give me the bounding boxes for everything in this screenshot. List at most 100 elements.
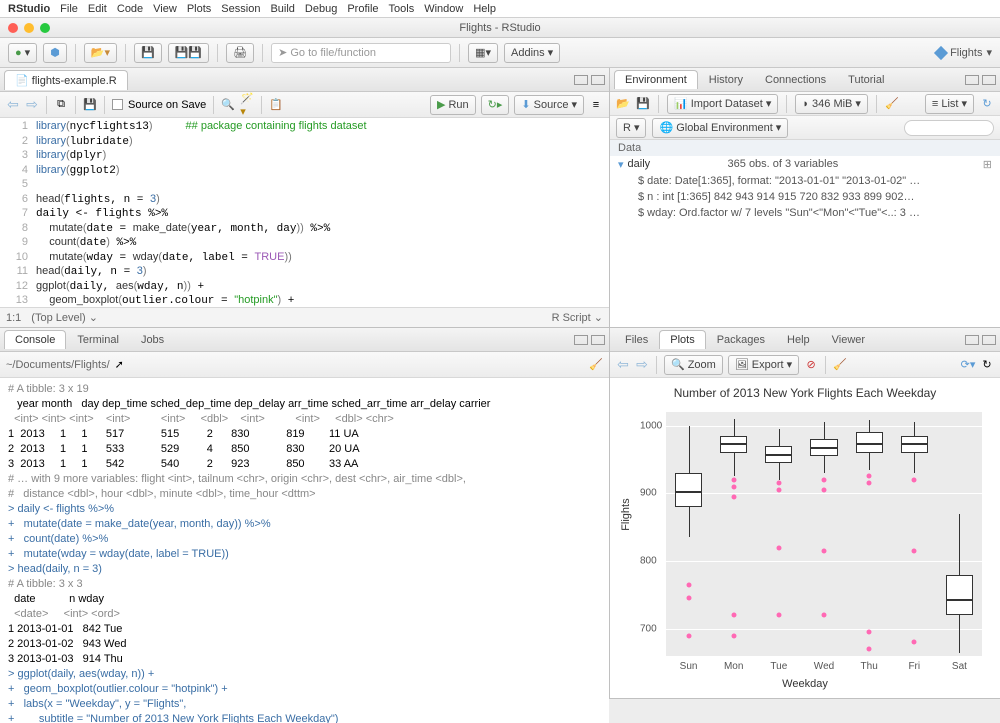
project-icon <box>934 45 948 59</box>
menu-edit[interactable]: Edit <box>88 3 107 15</box>
tab-environment[interactable]: Environment <box>614 70 698 89</box>
compile-report-icon[interactable]: 📋 <box>269 98 283 112</box>
refresh-env-icon[interactable]: ↻ <box>980 97 994 111</box>
outlier-point <box>776 613 781 618</box>
menu-window[interactable]: Window <box>424 3 463 15</box>
outline-icon[interactable]: ≡ <box>589 98 603 112</box>
save-all-button[interactable]: 💾💾 <box>168 43 209 63</box>
tab-tutorial[interactable]: Tutorial <box>837 70 895 89</box>
tab-terminal[interactable]: Terminal <box>66 330 130 349</box>
find-replace-icon[interactable]: 🔍 <box>221 98 235 112</box>
tab-console[interactable]: Console <box>4 330 66 349</box>
minimize-pane-icon[interactable] <box>965 75 979 85</box>
outlier-point <box>867 647 872 652</box>
scope-indicator[interactable]: (Top Level) ⌄ <box>31 311 98 324</box>
minimize-pane-icon[interactable] <box>574 75 588 85</box>
boxplot-box <box>675 473 702 507</box>
console-output[interactable]: # A tibble: 3 x 19 year month day dep_ti… <box>0 378 609 723</box>
outlier-point <box>776 487 781 492</box>
project-menu[interactable]: Flights ▾ <box>936 46 992 59</box>
prev-plot-button[interactable]: ⇦ <box>616 358 630 372</box>
minimize-window-button[interactable] <box>24 23 34 33</box>
workspace-panes-button[interactable]: ▦▾ <box>468 43 498 63</box>
env-section-data: Data <box>610 140 1000 156</box>
load-workspace-icon[interactable]: 📂 <box>616 97 630 111</box>
memory-usage[interactable]: ◗ 346 MiB ▾ <box>795 94 868 114</box>
outlier-point <box>822 487 827 492</box>
menu-session[interactable]: Session <box>221 3 260 15</box>
menu-build[interactable]: Build <box>270 3 294 15</box>
env-object-row[interactable]: ▾daily365 obs. of 3 variables⊞ <box>610 156 1000 173</box>
clear-console-icon[interactable]: 🧹 <box>589 358 603 372</box>
environment-scope[interactable]: 🌐 Global Environment ▾ <box>652 118 788 138</box>
menu-plots[interactable]: Plots <box>187 3 211 15</box>
window-titlebar: Flights - RStudio <box>0 18 1000 38</box>
new-project-button[interactable]: ⬢ <box>43 43 67 63</box>
tab-plots[interactable]: Plots <box>659 330 705 349</box>
zoom-window-button[interactable] <box>40 23 50 33</box>
source-button[interactable]: ⬇Source ▾ <box>514 95 584 115</box>
x-tick: Thu <box>861 661 878 672</box>
outlier-point <box>686 633 691 638</box>
source-on-save-checkbox[interactable] <box>112 99 123 110</box>
refresh-plot-icon[interactable]: ↻ <box>980 358 994 372</box>
tab-jobs[interactable]: Jobs <box>130 330 175 349</box>
menu-view[interactable]: View <box>153 3 177 15</box>
maximize-pane-icon[interactable] <box>591 335 605 345</box>
source-on-save-label: Source on Save <box>128 99 206 111</box>
tab-packages[interactable]: Packages <box>706 330 776 349</box>
close-window-button[interactable] <box>8 23 18 33</box>
clear-workspace-icon[interactable]: 🧹 <box>885 97 899 111</box>
open-file-button[interactable]: 📂▾ <box>84 43 117 63</box>
show-in-new-window-icon[interactable]: ⧉ <box>54 98 68 112</box>
tab-viewer[interactable]: Viewer <box>821 330 876 349</box>
menu-debug[interactable]: Debug <box>305 3 337 15</box>
list-view-button[interactable]: ≡ List ▾ <box>925 94 974 114</box>
back-button[interactable]: ⇦ <box>6 98 20 112</box>
clear-plots-icon[interactable]: 🧹 <box>833 358 847 372</box>
maximize-pane-icon[interactable] <box>591 75 605 85</box>
publish-plot-icon[interactable]: ⟳▾ <box>961 358 975 372</box>
code-editor[interactable]: 1library(nycflights13) ## package contai… <box>0 118 609 307</box>
goto-file-input[interactable]: ➤ Go to file/function <box>271 43 451 63</box>
tab-connections[interactable]: Connections <box>754 70 837 89</box>
file-type-indicator[interactable]: R Script ⌄ <box>552 311 603 324</box>
save-workspace-icon[interactable]: 💾 <box>636 97 650 111</box>
print-button[interactable]: 🖨 <box>226 43 254 63</box>
new-file-button[interactable]: ●▾ <box>8 43 37 63</box>
rerun-button[interactable]: ↻▸ <box>481 95 510 115</box>
tab-help[interactable]: Help <box>776 330 821 349</box>
plots-toolbar: ⇦ ⇨ 🔍 Zoom 🖼 Export ▾ ⊘ 🧹 ⟳▾ ↻ <box>610 352 1000 378</box>
remove-plot-icon[interactable]: ⊘ <box>804 358 818 372</box>
minimize-pane-icon[interactable] <box>965 335 979 345</box>
code-tools-icon[interactable]: 🪄▾ <box>240 98 254 112</box>
maximize-pane-icon[interactable] <box>982 335 996 345</box>
import-dataset-button[interactable]: 📊 Import Dataset ▾ <box>667 94 778 114</box>
maximize-pane-icon[interactable] <box>982 75 996 85</box>
tab-history[interactable]: History <box>698 70 754 89</box>
export-plot-button[interactable]: 🖼 Export ▾ <box>728 355 799 375</box>
outlier-point <box>822 548 827 553</box>
x-tick: Mon <box>724 661 743 672</box>
save-button[interactable]: 💾 <box>134 43 162 63</box>
minimize-pane-icon[interactable] <box>574 335 588 345</box>
next-plot-button[interactable]: ⇨ <box>635 358 649 372</box>
source-file-tab[interactable]: 📄 flights-example.R <box>4 70 128 90</box>
menu-file[interactable]: File <box>60 3 78 15</box>
forward-button[interactable]: ⇨ <box>25 98 39 112</box>
menu-profile[interactable]: Profile <box>347 3 378 15</box>
console-popout-icon[interactable]: ➚ <box>115 358 124 371</box>
save-file-button[interactable]: 💾 <box>83 98 97 112</box>
search-environment-input[interactable] <box>904 120 994 136</box>
addins-button[interactable]: Addins ▾ <box>504 43 560 63</box>
menu-help[interactable]: Help <box>473 3 496 15</box>
boxplot-box <box>810 439 837 456</box>
outlier-point <box>867 630 872 635</box>
run-button[interactable]: ▶Run <box>430 95 476 115</box>
cursor-position: 1:1 <box>6 312 21 324</box>
language-scope[interactable]: R ▾ <box>616 118 646 138</box>
tab-files[interactable]: Files <box>614 330 659 349</box>
zoom-plot-button[interactable]: 🔍 Zoom <box>664 355 723 375</box>
menu-code[interactable]: Code <box>117 3 143 15</box>
menu-tools[interactable]: Tools <box>389 3 415 15</box>
